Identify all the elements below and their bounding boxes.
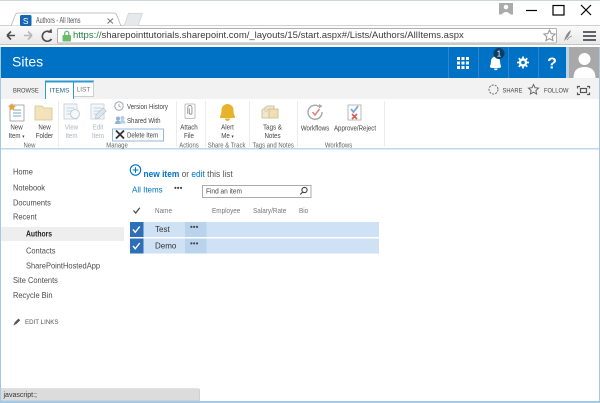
svg-text:?: ? xyxy=(547,56,557,73)
svg-text:1: 1 xyxy=(497,50,502,59)
svg-text:S: S xyxy=(23,16,29,26)
svg-text:Authors - All Items: Authors - All Items xyxy=(36,16,81,25)
